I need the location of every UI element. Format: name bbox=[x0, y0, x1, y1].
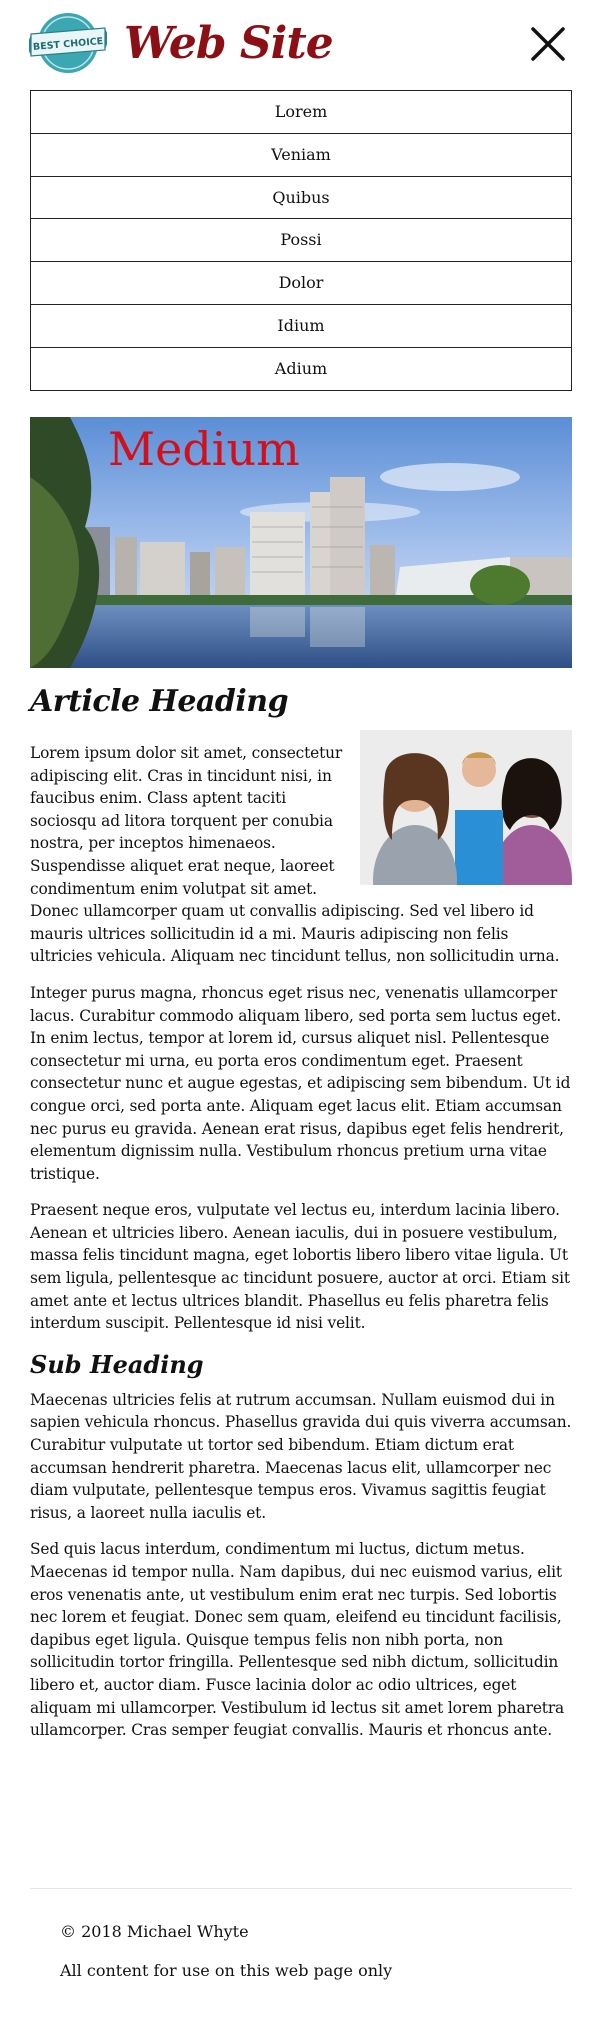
main-nav: Lorem Veniam Quibus Possi Dolor Idium Ad… bbox=[30, 90, 572, 392]
nav-item-adium[interactable]: Adium bbox=[30, 346, 572, 392]
close-icon[interactable] bbox=[530, 26, 566, 62]
sub-heading: Sub Heading bbox=[30, 1349, 204, 1379]
article-paragraph: Sed quis lacus interdum, condimentum mi … bbox=[30, 1540, 565, 1740]
hero-label: Medium bbox=[108, 422, 300, 476]
site-footer: © 2018 Michael Whyte All content for use… bbox=[60, 1920, 560, 1998]
nav-item-quibus[interactable]: Quibus bbox=[30, 175, 572, 220]
site-header: BEST CHOICE Web Site bbox=[0, 0, 600, 90]
article: Article Heading Lorem ipsum dolor sit am… bbox=[30, 676, 572, 1756]
footer-copyright: © 2018 Michael Whyte bbox=[60, 1922, 249, 1941]
article-paragraph: Maecenas ultricies felis at rutrum accum… bbox=[30, 1390, 572, 1522]
article-paragraph: Praesent neque eros, vulputate vel lectu… bbox=[30, 1201, 570, 1333]
footer-note: All content for use on this web page onl… bbox=[60, 1961, 393, 1980]
article-paragraph: Integer purus magna, rhoncus eget risus … bbox=[30, 983, 571, 1183]
site-title[interactable]: Web Site bbox=[124, 14, 334, 74]
article-heading: Article Heading bbox=[30, 684, 289, 719]
nav-item-lorem[interactable]: Lorem bbox=[30, 90, 572, 135]
hero-banner: Medium bbox=[30, 417, 572, 668]
nav-item-veniam[interactable]: Veniam bbox=[30, 132, 572, 178]
nav-item-idium[interactable]: Idium bbox=[30, 303, 572, 349]
best-choice-logo[interactable]: BEST CHOICE bbox=[29, 10, 107, 76]
nav-item-possi[interactable]: Possi bbox=[30, 218, 572, 263]
footer-divider bbox=[30, 1888, 572, 1889]
people-photo bbox=[360, 730, 572, 885]
nav-item-dolor[interactable]: Dolor bbox=[30, 261, 572, 306]
